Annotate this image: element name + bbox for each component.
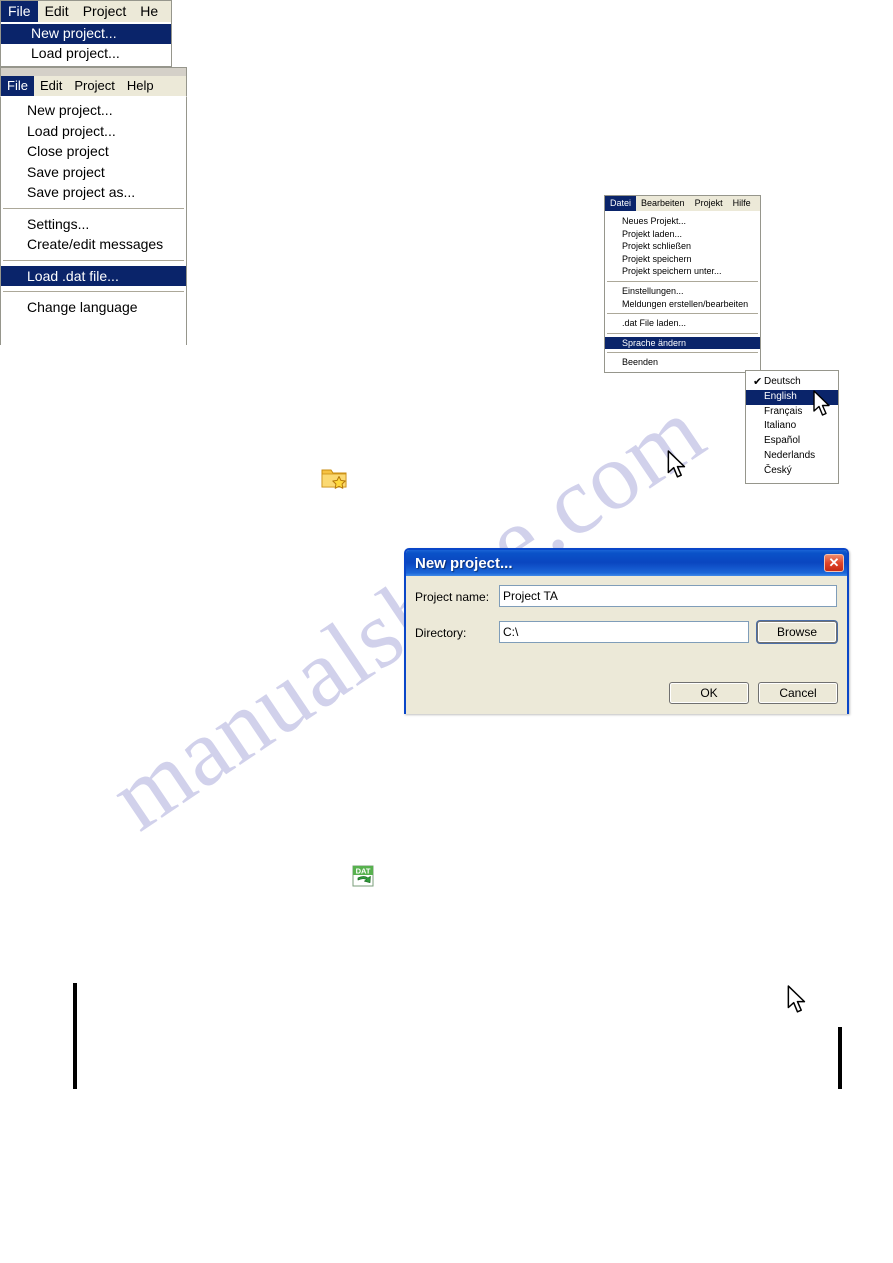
language-item-italiano[interactable]: Italiano <box>746 419 838 434</box>
menu-item-neues-projekt[interactable]: Neues Projekt... <box>605 215 760 228</box>
language-label: Deutsch <box>764 376 801 387</box>
menu-item-save-project[interactable]: Save project <box>1 162 186 183</box>
menu-item-meldungen-bearbeiten[interactable]: Meldungen erstellen/bearbeiten <box>605 298 760 311</box>
change-bar-right <box>838 1027 842 1089</box>
menu-item-save-project-as[interactable]: Save project as... <box>1 182 186 203</box>
menu-item-change-language[interactable]: Change language <box>1 297 186 318</box>
menu-item-projekt-schliessen[interactable]: Projekt schließen <box>605 240 760 253</box>
language-submenu[interactable]: ✔ Deutsch English Français Italiano Espa… <box>745 370 839 484</box>
close-icon[interactable]: ✕ <box>824 554 844 572</box>
menu-item-projekt-speichern[interactable]: Projekt speichern <box>605 253 760 266</box>
new-project-dialog[interactable]: New project... ✕ Project name: Directory… <box>404 548 849 714</box>
menu-separator <box>607 313 758 315</box>
menu-separator <box>607 332 758 334</box>
menu-separator <box>607 281 758 283</box>
language-list: ✔ Deutsch English Français Italiano Espa… <box>746 371 838 483</box>
menu-item-new-project[interactable]: New project... <box>1 24 171 44</box>
ok-button[interactable]: OK <box>669 682 749 704</box>
project-name-input[interactable] <box>499 585 837 607</box>
menu-item-settings[interactable]: Settings... <box>1 214 186 235</box>
dialog-titlebar: New project... ✕ <box>406 550 847 576</box>
menu-item-einstellungen[interactable]: Einstellungen... <box>605 285 760 298</box>
english-file-menu-bottom[interactable]: File Edit Project Help New project... Lo… <box>0 67 187 346</box>
menu-item-create-edit-messages[interactable]: Create/edit messages <box>1 234 186 255</box>
menubar-item-datei[interactable]: Datei <box>605 196 637 211</box>
menubar-item-project[interactable]: Project <box>76 1 134 22</box>
menubar-item-hilfe[interactable]: Hilfe <box>728 196 756 211</box>
directory-label: Directory: <box>415 626 467 640</box>
language-item-cesky[interactable]: Český <box>746 464 838 479</box>
menubar-item-help[interactable]: Help <box>121 76 160 96</box>
language-item-deutsch[interactable]: ✔ Deutsch <box>746 375 838 390</box>
english-menu-list-middle: New project... Load project... <box>0 22 172 68</box>
menu-separator <box>3 259 184 261</box>
menu-item-close-project[interactable]: Close project <box>1 141 186 162</box>
menu-item-sprache-aendern[interactable]: Sprache ändern <box>605 336 760 350</box>
svg-text:DAT: DAT <box>356 867 371 876</box>
dialog-body: Project name: Directory: Browse OK Cance… <box>406 576 847 714</box>
english-menu-list-bottom: New project... Load project... Close pro… <box>0 97 187 346</box>
german-menubar[interactable]: Datei Bearbeiten Projekt Hilfe <box>605 196 760 212</box>
mouse-cursor-load-dat <box>787 985 806 1013</box>
menu-item-load-dat-file[interactable]: Load .dat file... <box>1 265 186 287</box>
menu-item-projekt-laden[interactable]: Projekt laden... <box>605 228 760 241</box>
dat-file-download-icon: DAT <box>351 864 377 895</box>
change-bar-left <box>73 983 77 1089</box>
menubar-item-file[interactable]: File <box>1 1 38 22</box>
folder-star-icon <box>321 466 349 495</box>
menubar-item-edit[interactable]: Edit <box>34 76 68 96</box>
directory-input[interactable] <box>499 621 749 643</box>
menubar-item-help[interactable]: He <box>133 1 165 22</box>
english-menubar-bottom[interactable]: File Edit Project Help <box>0 76 187 98</box>
project-name-label: Project name: <box>415 590 490 604</box>
menu-separator <box>607 352 758 354</box>
menubar-item-bearbeiten[interactable]: Bearbeiten <box>636 196 690 211</box>
menu-item-load-project[interactable]: Load project... <box>1 44 171 64</box>
menubar-item-edit[interactable]: Edit <box>38 1 76 22</box>
german-file-menu[interactable]: Datei Bearbeiten Projekt Hilfe Neues Pro… <box>604 195 761 374</box>
browse-button[interactable]: Browse <box>757 621 837 643</box>
menubar-item-file[interactable]: File <box>1 76 34 97</box>
language-item-francais[interactable]: Français <box>746 405 838 420</box>
cancel-button[interactable]: Cancel <box>758 682 838 704</box>
menu-separator <box>3 207 184 209</box>
english-menubar-middle[interactable]: File Edit Project He <box>0 0 172 22</box>
german-menu-list: Neues Projekt... Projekt laden... Projek… <box>605 212 760 373</box>
menu-separator <box>3 291 184 293</box>
menubar-item-projekt[interactable]: Projekt <box>690 196 728 211</box>
language-item-espanol[interactable]: Español <box>746 434 838 449</box>
menu-item-load-project[interactable]: Load project... <box>1 121 186 142</box>
menu-item-beenden[interactable]: Beenden <box>605 356 760 369</box>
menu-item-projekt-speichern-unter[interactable]: Projekt speichern unter... <box>605 265 760 278</box>
menu-item-new-project[interactable]: New project... <box>1 100 186 121</box>
mouse-cursor-new-project <box>667 450 686 478</box>
dialog-title: New project... <box>415 554 513 572</box>
menu-item-dat-file-laden[interactable]: .dat File laden... <box>605 317 760 330</box>
language-item-nederlands[interactable]: Nederlands <box>746 449 838 464</box>
language-item-english[interactable]: English <box>746 389 838 405</box>
checkmark-icon: ✔ <box>753 376 763 389</box>
menubar-item-project[interactable]: Project <box>68 76 120 96</box>
window-chrome-strip <box>0 67 187 77</box>
english-file-menu-middle[interactable]: File Edit Project He New project... Load… <box>0 0 172 68</box>
